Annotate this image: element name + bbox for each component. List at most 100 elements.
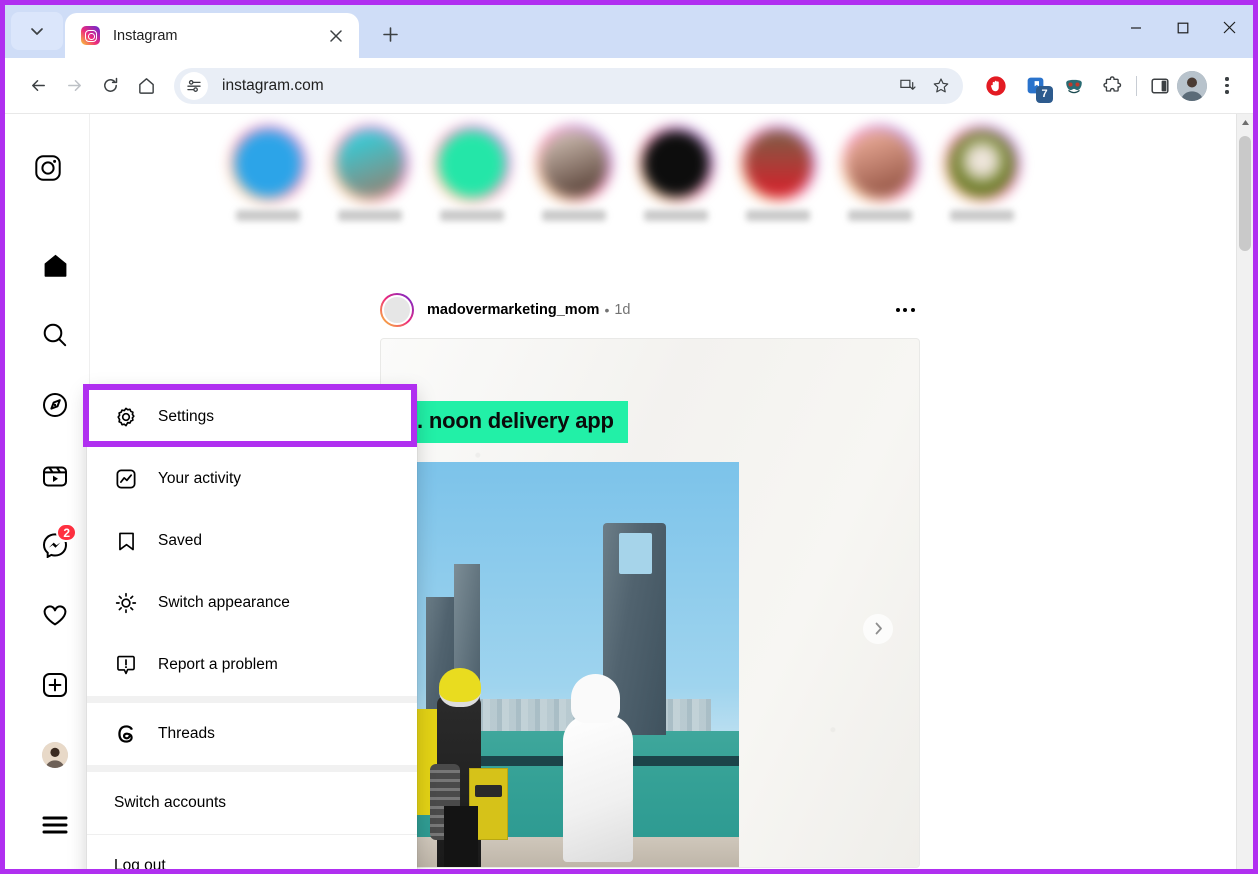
sidebar-item-home[interactable] bbox=[31, 241, 79, 289]
story-item[interactable] bbox=[740, 126, 816, 221]
brightness-sun-icon bbox=[113, 592, 139, 614]
sidebar-item-profile[interactable] bbox=[31, 731, 79, 779]
scrollbar-up-arrow[interactable] bbox=[1237, 114, 1253, 131]
menu-section-divider bbox=[87, 696, 417, 703]
photo-tower-right-aperture bbox=[618, 533, 652, 575]
instagram-favicon-icon bbox=[81, 26, 100, 45]
adblock-extension-icon[interactable] bbox=[981, 71, 1011, 101]
sidebar-item-notifications[interactable] bbox=[31, 591, 79, 639]
new-tab-button[interactable] bbox=[373, 17, 407, 51]
page-scrollbar[interactable] bbox=[1236, 114, 1253, 869]
menu-section-divider bbox=[87, 765, 417, 772]
story-ring bbox=[740, 126, 816, 202]
mask-extension-icon[interactable] bbox=[1059, 71, 1089, 101]
reload-button[interactable] bbox=[93, 69, 127, 103]
settings-gear-icon bbox=[113, 406, 139, 428]
story-item[interactable] bbox=[842, 126, 918, 221]
menu-item-label: Switch appearance bbox=[158, 594, 290, 611]
menu-item-report-a-problem[interactable]: Report a problem bbox=[87, 634, 417, 696]
post-author-avatar[interactable] bbox=[380, 293, 414, 327]
browser-toolbar: instagram.com 7 bbox=[5, 58, 1253, 113]
back-button[interactable] bbox=[21, 69, 55, 103]
menu-item-your-activity[interactable]: Your activity bbox=[87, 448, 417, 510]
sidebar-item-instagram-logo[interactable] bbox=[35, 155, 61, 186]
story-username-blurred bbox=[644, 210, 708, 221]
post-more-options-icon[interactable] bbox=[890, 298, 920, 322]
tab-search-button[interactable] bbox=[11, 12, 63, 50]
sidebar-item-search[interactable] bbox=[31, 311, 79, 359]
menu-item-switch-accounts[interactable]: Switch accounts bbox=[87, 772, 417, 834]
post-timestamp: 1d bbox=[614, 302, 631, 318]
story-item[interactable] bbox=[536, 126, 612, 221]
post-author-username[interactable]: madovermarketing_mom bbox=[427, 302, 599, 318]
menu-item-saved[interactable]: Saved bbox=[87, 510, 417, 572]
story-username-blurred bbox=[338, 210, 402, 221]
story-username-blurred bbox=[746, 210, 810, 221]
tab-title: Instagram bbox=[113, 27, 178, 44]
browser-profile-avatar[interactable] bbox=[1177, 70, 1207, 101]
address-bar[interactable]: instagram.com bbox=[174, 67, 963, 104]
post-header: madovermarketing_mom • 1d bbox=[380, 282, 920, 338]
scrollbar-thumb[interactable] bbox=[1239, 136, 1251, 251]
site-settings-icon[interactable] bbox=[180, 71, 208, 100]
story-ring bbox=[434, 126, 510, 202]
instagram-more-menu: Settings Your activity Saved Switch appe… bbox=[87, 386, 417, 869]
window-controls bbox=[1112, 5, 1253, 58]
sidebar-profile-avatar bbox=[42, 742, 68, 768]
story-username-blurred bbox=[236, 210, 300, 221]
toolbar-divider bbox=[1136, 75, 1137, 96]
threads-logo-icon bbox=[113, 723, 139, 745]
story-item[interactable] bbox=[332, 126, 408, 221]
forward-button[interactable] bbox=[57, 69, 91, 103]
menu-item-label: Report a problem bbox=[158, 656, 278, 673]
menu-item-label: Settings bbox=[158, 408, 215, 425]
post-photo bbox=[391, 462, 739, 867]
menu-item-log-out[interactable]: Log out bbox=[87, 835, 417, 869]
tab-strip: Instagram bbox=[5, 5, 1253, 58]
menu-item-switch-appearance[interactable]: Switch appearance bbox=[87, 572, 417, 634]
story-ring bbox=[638, 126, 714, 202]
chrome-menu-button[interactable] bbox=[1211, 70, 1243, 102]
post-media[interactable]: 2. noon delivery app bbox=[380, 338, 920, 868]
stories-tray bbox=[230, 126, 1020, 221]
post-banner-text: 2. noon delivery app bbox=[405, 408, 614, 433]
sidebar-item-create[interactable] bbox=[31, 661, 79, 709]
close-tab-icon[interactable] bbox=[323, 23, 349, 49]
close-window-button[interactable] bbox=[1206, 5, 1253, 50]
extensions-puzzle-icon[interactable] bbox=[1098, 71, 1128, 101]
address-bar-url: instagram.com bbox=[222, 76, 324, 94]
sidebar-item-explore[interactable] bbox=[31, 381, 79, 429]
install-app-icon[interactable] bbox=[891, 70, 923, 102]
story-item[interactable] bbox=[638, 126, 714, 221]
story-ring bbox=[332, 126, 408, 202]
story-item[interactable] bbox=[944, 126, 1020, 221]
minimize-button[interactable] bbox=[1112, 5, 1159, 50]
bookmark-icon bbox=[113, 531, 139, 552]
photo-man-in-kandura bbox=[558, 674, 638, 862]
instagram-sidebar: 2 bbox=[5, 114, 90, 869]
menu-item-threads[interactable]: Threads bbox=[87, 703, 417, 765]
story-username-blurred bbox=[542, 210, 606, 221]
post-banner: 2. noon delivery app bbox=[391, 401, 628, 443]
story-item[interactable] bbox=[434, 126, 510, 221]
sidebar-item-messages[interactable]: 2 bbox=[31, 521, 79, 569]
bookmark-star-icon[interactable] bbox=[925, 70, 957, 102]
sidebar-item-reels[interactable] bbox=[31, 451, 79, 499]
side-panel-icon[interactable] bbox=[1145, 71, 1175, 101]
home-button[interactable] bbox=[129, 69, 163, 103]
browser-tab-instagram[interactable]: Instagram bbox=[65, 13, 359, 58]
feed-post: madovermarketing_mom • 1d 2. noon delive… bbox=[380, 282, 920, 868]
story-username-blurred bbox=[950, 210, 1014, 221]
menu-item-label: Saved bbox=[158, 532, 202, 549]
browser-window: Instagram instagram.com 7 2 madovermarke… bbox=[0, 0, 1258, 874]
omnibox-actions bbox=[891, 70, 957, 102]
menu-item-label: Your activity bbox=[158, 470, 241, 487]
maximize-button[interactable] bbox=[1159, 5, 1206, 50]
post-separator: • bbox=[604, 302, 610, 318]
save-to-collection-extension-icon[interactable]: 7 bbox=[1020, 71, 1053, 103]
carousel-next-button[interactable] bbox=[863, 613, 893, 644]
sidebar-item-more[interactable] bbox=[31, 801, 79, 849]
story-item[interactable] bbox=[230, 126, 306, 221]
messages-badge: 2 bbox=[56, 523, 77, 542]
menu-item-settings[interactable]: Settings bbox=[87, 386, 417, 448]
